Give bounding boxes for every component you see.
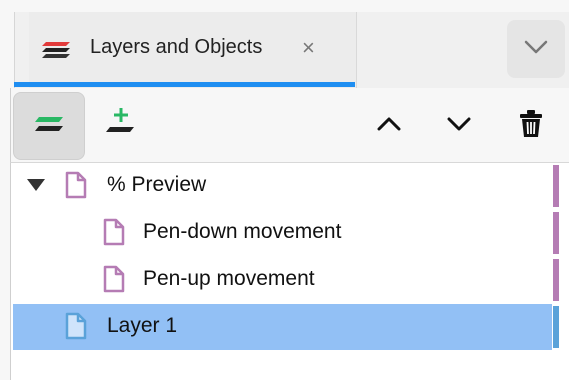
chevron-up-icon — [376, 116, 402, 137]
document-icon — [65, 171, 87, 199]
document-icon — [103, 265, 125, 293]
layer-color-bar — [553, 165, 559, 207]
tree-row-pen-up[interactable]: Pen-up movement — [13, 257, 559, 303]
document-icon — [103, 218, 125, 246]
chevron-down-icon — [446, 116, 472, 137]
document-icon — [65, 312, 87, 340]
tree-row-pen-down[interactable]: Pen-down movement — [13, 210, 559, 256]
tree-item-label: Pen-down movement — [143, 220, 342, 243]
layers-panel: Layers and Objects × % Preview Pen-down … — [0, 0, 569, 380]
layers-tree: % Preview Pen-down movement Pen-up movem… — [10, 162, 569, 380]
tree-item-label: Layer 1 — [107, 314, 178, 337]
tree-item-label: % Preview — [107, 173, 207, 196]
tree-item-label: Pen-up movement — [143, 267, 315, 290]
move-up-button[interactable] — [369, 106, 409, 146]
layers-icon — [40, 36, 74, 62]
layer-color-bar — [553, 259, 559, 301]
move-down-button[interactable] — [439, 106, 479, 146]
chevron-down-icon — [524, 40, 548, 59]
active-tab-indicator — [14, 82, 355, 87]
tab-label: Layers and Objects — [90, 36, 263, 58]
delete-layer-button[interactable] — [511, 104, 551, 148]
layers-icon — [33, 113, 65, 140]
layer-color-bar — [553, 212, 559, 254]
trash-icon — [518, 109, 544, 144]
layer-color-bar — [553, 306, 559, 348]
tree-row-layer-1[interactable]: Layer 1 — [13, 304, 559, 350]
close-tab-button[interactable]: × — [302, 35, 315, 61]
add-layer-icon — [104, 105, 138, 144]
tab-menu-button[interactable] — [507, 20, 565, 78]
expand-caret-icon[interactable] — [27, 179, 45, 191]
layers-toolbar — [10, 88, 569, 162]
tree-row-preview[interactable]: % Preview — [13, 163, 559, 209]
add-layer-button[interactable] — [99, 102, 143, 146]
show-layers-button[interactable] — [13, 92, 85, 160]
